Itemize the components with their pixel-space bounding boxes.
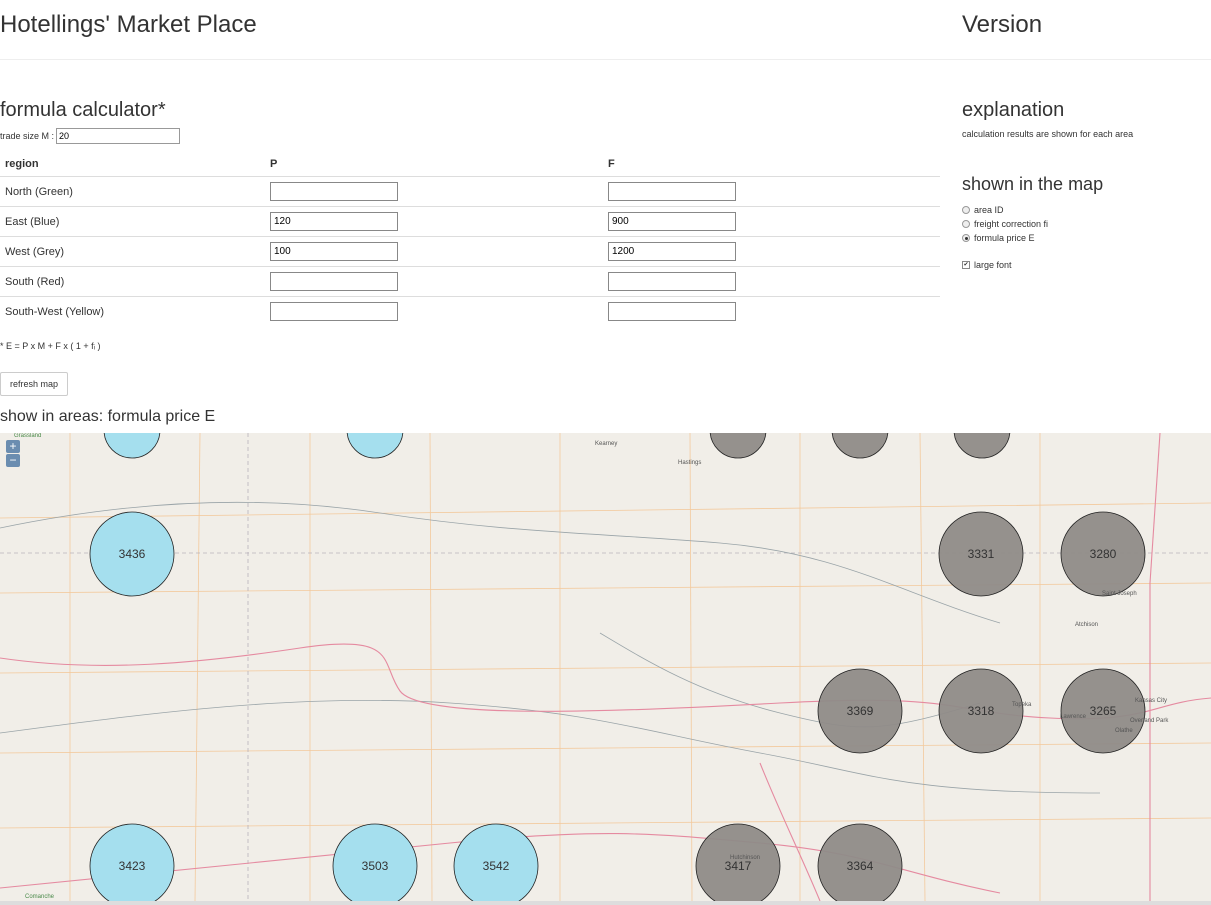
option-label: freight correction fi: [974, 219, 1049, 229]
formula-note: * E = P x M + F x ( 1 + fᵢ ): [0, 341, 101, 351]
county-lines: [0, 433, 1211, 901]
area-value: 3369: [847, 704, 874, 718]
table-row: South-West (Yellow): [0, 296, 940, 326]
p-input-east[interactable]: [270, 212, 398, 231]
show-in-areas-heading: show in areas: formula price E: [0, 408, 216, 425]
p-input-south[interactable]: [270, 272, 398, 291]
column-header-region: region: [0, 152, 265, 177]
option-label: formula price E: [974, 233, 1035, 243]
area-value: 3436: [119, 547, 146, 561]
zoom-in-button[interactable]: +: [6, 440, 20, 453]
option-label: large font: [974, 260, 1012, 270]
region-label: West (Grey): [0, 236, 265, 267]
table-row: West (Grey): [0, 236, 940, 267]
map-view[interactable]: 3436 3331 3280 3369 3318 3265 3423 3503 …: [0, 433, 1211, 901]
option-large-font[interactable]: ✔ large font: [962, 260, 1012, 270]
map-bottom-border: [0, 901, 1211, 905]
state-border: [0, 433, 1211, 901]
shown-in-map-title: shown in the map: [962, 174, 1104, 194]
region-label: East (Blue): [0, 206, 265, 237]
area-value: 3542: [483, 859, 510, 873]
option-formula-price[interactable]: formula price E: [962, 233, 1035, 243]
area-value: 3417: [725, 859, 752, 873]
version-heading: Version: [962, 11, 1043, 38]
place-label: Hastings: [678, 460, 701, 466]
place-label: Topeka: [1012, 702, 1032, 708]
area-value: 3423: [119, 859, 146, 873]
place-label: Lawrence: [1060, 714, 1087, 720]
map-canvas: 3436 3331 3280 3369 3318 3265 3423 3503 …: [0, 433, 1211, 901]
f-input-west[interactable]: [608, 242, 736, 261]
option-area-id[interactable]: area ID: [962, 205, 1004, 215]
blue-areas: [89, 433, 539, 901]
explanation-text: calculation results are shown for each a…: [962, 129, 1134, 139]
regions-table: region P F North (Green) East (Blue) Wes…: [0, 152, 940, 326]
table-row: South (Red): [0, 266, 940, 297]
trade-size-label: trade size M :: [0, 131, 55, 141]
place-label: Kearney: [595, 441, 617, 447]
radio-area-id[interactable]: [962, 206, 970, 214]
f-input-east[interactable]: [608, 212, 736, 231]
explanation-title: explanation: [962, 99, 1065, 121]
table-header-row: region P F: [0, 152, 940, 177]
area-value: 3331: [968, 547, 995, 561]
calculator-title: formula calculator*: [0, 99, 166, 121]
trade-size-input[interactable]: [56, 128, 181, 144]
area-value: 3364: [847, 859, 874, 873]
f-input-south[interactable]: [608, 272, 736, 291]
table-row: North (Green): [0, 176, 940, 207]
place-label: Kansas City: [1135, 698, 1167, 704]
place-label: Hutchinson: [730, 855, 760, 861]
trade-size-row: trade size M :: [0, 128, 181, 144]
large-font-checkbox[interactable]: ✔: [962, 261, 970, 269]
column-header-f: F: [603, 152, 940, 177]
region-label: South (Red): [0, 266, 265, 297]
column-header-p: P: [265, 152, 603, 177]
table-row: East (Blue): [0, 206, 940, 237]
header-divider: [0, 59, 1211, 60]
place-label: Olathe: [1115, 728, 1133, 734]
p-input-south-west[interactable]: [270, 302, 398, 321]
region-label: North (Green): [0, 176, 265, 207]
zoom-out-button[interactable]: −: [6, 454, 20, 467]
option-label: area ID: [974, 205, 1004, 215]
page-title: Hotellings' Market Place: [0, 11, 257, 38]
place-label: Saint Joseph: [1102, 591, 1137, 597]
p-input-north[interactable]: [270, 182, 398, 201]
highways: [0, 433, 1211, 901]
place-labels: Kearney Hastings Saint Joseph Atchison K…: [14, 433, 1169, 900]
p-input-west[interactable]: [270, 242, 398, 261]
place-label: Overland Park: [1130, 718, 1169, 724]
area-value: 3280: [1090, 547, 1117, 561]
area-value: 3265: [1090, 704, 1117, 718]
place-label: Comanche: [25, 894, 55, 900]
place-label: Atchison: [1075, 622, 1098, 628]
radio-formula-price[interactable]: [962, 234, 970, 242]
region-label: South-West (Yellow): [0, 296, 265, 326]
place-label: Grassland: [14, 433, 41, 439]
option-freight-correction[interactable]: freight correction fi: [962, 219, 1048, 229]
zoom-controls: + −: [6, 440, 20, 467]
refresh-map-button[interactable]: refresh map: [0, 372, 68, 396]
f-input-north[interactable]: [608, 182, 736, 201]
radio-freight-correction[interactable]: [962, 220, 970, 228]
area-value: 3503: [362, 859, 389, 873]
f-input-south-west[interactable]: [608, 302, 736, 321]
area-value: 3318: [968, 704, 995, 718]
